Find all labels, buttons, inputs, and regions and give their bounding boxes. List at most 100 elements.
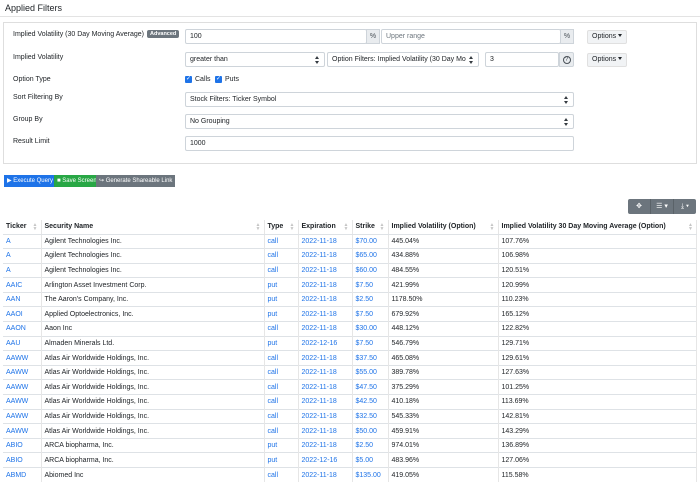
sort-icon: ▲ ▼	[379, 222, 385, 232]
strike-link[interactable]: $42.50	[352, 394, 389, 410]
execute-query-button[interactable]: ▶ Execute Query	[4, 175, 56, 187]
strike-link[interactable]: $70.00	[352, 233, 389, 249]
ticker-link[interactable]: AAWW	[3, 350, 42, 366]
type-link[interactable]: put	[264, 452, 299, 468]
ticker-link[interactable]: AAU	[3, 335, 42, 351]
type-link[interactable]: put	[264, 291, 299, 307]
ticker-link[interactable]: AAOI	[3, 306, 42, 322]
col-ticker[interactable]: Ticker ▲ ▼	[3, 220, 42, 235]
expiration-link[interactable]: 2022-11-18	[298, 364, 353, 380]
expiration-link[interactable]: 2022-11-18	[298, 233, 353, 249]
limit-input[interactable]: 1000	[185, 136, 574, 151]
col-iv-30d-ma[interactable]: Implied Volatility 30 Day Moving Average…	[498, 220, 697, 235]
columns-icon[interactable]: ☰ ▾	[651, 199, 674, 214]
strike-link[interactable]: $2.50	[352, 291, 389, 307]
ticker-link[interactable]: AAWW	[3, 379, 42, 395]
col-strike[interactable]: Strike ▲ ▼	[352, 220, 389, 235]
iv-compare-field-select[interactable]: Option Filters: Implied Volatility (30 D…	[327, 52, 479, 67]
ticker-link[interactable]: ABIO	[3, 437, 42, 453]
ticker-link[interactable]: A	[3, 248, 42, 264]
ticker-link[interactable]: AAN	[3, 291, 42, 307]
type-link[interactable]: call	[264, 394, 299, 410]
expiration-link[interactable]: 2022-11-18	[298, 248, 353, 264]
ticker-link[interactable]: AAWW	[3, 364, 42, 380]
strike-link[interactable]: $135.00	[352, 467, 389, 483]
ticker-link[interactable]: A	[3, 233, 42, 249]
iv-operator-select[interactable]: greater than	[185, 52, 325, 67]
options-button-1[interactable]: Options	[587, 30, 628, 44]
expiration-link[interactable]: 2022-11-18	[298, 277, 353, 293]
col-security-name[interactable]: Security Name ▲ ▼	[41, 220, 265, 235]
type-link[interactable]: call	[264, 350, 299, 366]
ticker-link[interactable]: A	[3, 262, 42, 278]
strike-link[interactable]: $7.50	[352, 277, 389, 293]
strike-link[interactable]: $60.00	[352, 262, 389, 278]
strike-link[interactable]: $32.50	[352, 408, 389, 424]
type-link[interactable]: call	[264, 379, 299, 395]
sort-icon: ▲ ▼	[688, 222, 693, 232]
strike-link[interactable]: $50.00	[352, 423, 389, 439]
col-expiration[interactable]: Expiration ▲ ▼	[298, 220, 353, 235]
ticker-link[interactable]: AAWW	[3, 423, 42, 439]
type-link[interactable]: put	[264, 437, 299, 453]
expiration-link[interactable]: 2022-11-18	[298, 262, 353, 278]
move-icon[interactable]: ✥	[628, 199, 651, 214]
table-row: AAON Aaon Inc call 2022-11-18 $30.00 448.12% 1…	[3, 321, 697, 337]
expiration-link[interactable]: 2022-11-18	[298, 321, 353, 337]
save-screen-button[interactable]: ■ Save Screen	[54, 175, 100, 187]
ticker-link[interactable]: ABMD	[3, 467, 42, 483]
expiration-link[interactable]: 2022-11-18	[298, 306, 353, 322]
col-iv-option[interactable]: Implied Volatility (Option) ▲ ▼	[388, 220, 499, 235]
type-link[interactable]: call	[264, 423, 299, 439]
sort-select[interactable]: Stock Filters: Ticker Symbol	[185, 92, 574, 107]
options-button-2[interactable]: Options	[587, 53, 628, 67]
save-label: Save Screen	[62, 178, 97, 184]
type-link[interactable]: call	[264, 262, 299, 278]
ticker-link[interactable]: AAON	[3, 321, 42, 337]
expiration-link[interactable]: 2022-12-16	[298, 452, 353, 468]
strike-link[interactable]: $7.50	[352, 306, 389, 322]
strike-link[interactable]: $65.00	[352, 248, 389, 264]
group-select[interactable]: No Grouping	[185, 114, 574, 129]
iv-ma-label: Implied Volatility (30 Day Moving Averag…	[13, 30, 180, 38]
type-link[interactable]: put	[264, 277, 299, 293]
expiration-link[interactable]: 2022-12-16	[298, 335, 353, 351]
ticker-link[interactable]: AAIC	[3, 277, 42, 293]
col-type[interactable]: Type ▲ ▼	[264, 220, 299, 235]
ticker-link[interactable]: ABIO	[3, 452, 42, 468]
strike-link[interactable]: $47.50	[352, 379, 389, 395]
expiration-link[interactable]: 2022-11-18	[298, 467, 353, 483]
share-link-button[interactable]: ↪ Generate Shareable Link	[96, 175, 176, 187]
expiration-link[interactable]: 2022-11-18	[298, 350, 353, 366]
iv-ma-upper-input[interactable]: Upper range	[381, 29, 561, 44]
type-link[interactable]: put	[264, 335, 299, 351]
strike-link[interactable]: $2.50	[352, 437, 389, 453]
type-link[interactable]: call	[264, 408, 299, 424]
type-link[interactable]: call	[264, 467, 299, 483]
type-link[interactable]: call	[264, 321, 299, 337]
ticker-link[interactable]: AAWW	[3, 394, 42, 410]
puts-checkbox[interactable]: ✓	[215, 76, 222, 83]
calls-checkbox[interactable]: ✓	[185, 76, 192, 83]
help-icon[interactable]: ?	[559, 52, 574, 67]
type-link[interactable]: call	[264, 248, 299, 264]
expiration-link[interactable]: 2022-11-18	[298, 394, 353, 410]
type-link[interactable]: put	[264, 306, 299, 322]
strike-link[interactable]: $30.00	[352, 321, 389, 337]
strike-link[interactable]: $37.50	[352, 350, 389, 366]
type-link[interactable]: call	[264, 233, 299, 249]
type-link[interactable]: call	[264, 364, 299, 380]
iv-ma-lower-input[interactable]: 100	[185, 29, 367, 44]
strike-link[interactable]: $5.00	[352, 452, 389, 468]
expiration-link[interactable]: 2022-11-18	[298, 423, 353, 439]
expiration-link[interactable]: 2022-11-18	[298, 408, 353, 424]
download-icon[interactable]: ⤓ ▾	[674, 199, 696, 214]
strike-link[interactable]: $55.00	[352, 364, 389, 380]
strike-link[interactable]: $7.50	[352, 335, 389, 351]
expiration-link[interactable]: 2022-11-18	[298, 379, 353, 395]
expiration-link[interactable]: 2022-11-18	[298, 291, 353, 307]
iv-value-input[interactable]: 3	[485, 52, 559, 67]
expiration-link[interactable]: 2022-11-18	[298, 437, 353, 453]
ticker-link[interactable]: AAWW	[3, 408, 42, 424]
iv-ma-cell: 110.23%	[498, 291, 697, 307]
